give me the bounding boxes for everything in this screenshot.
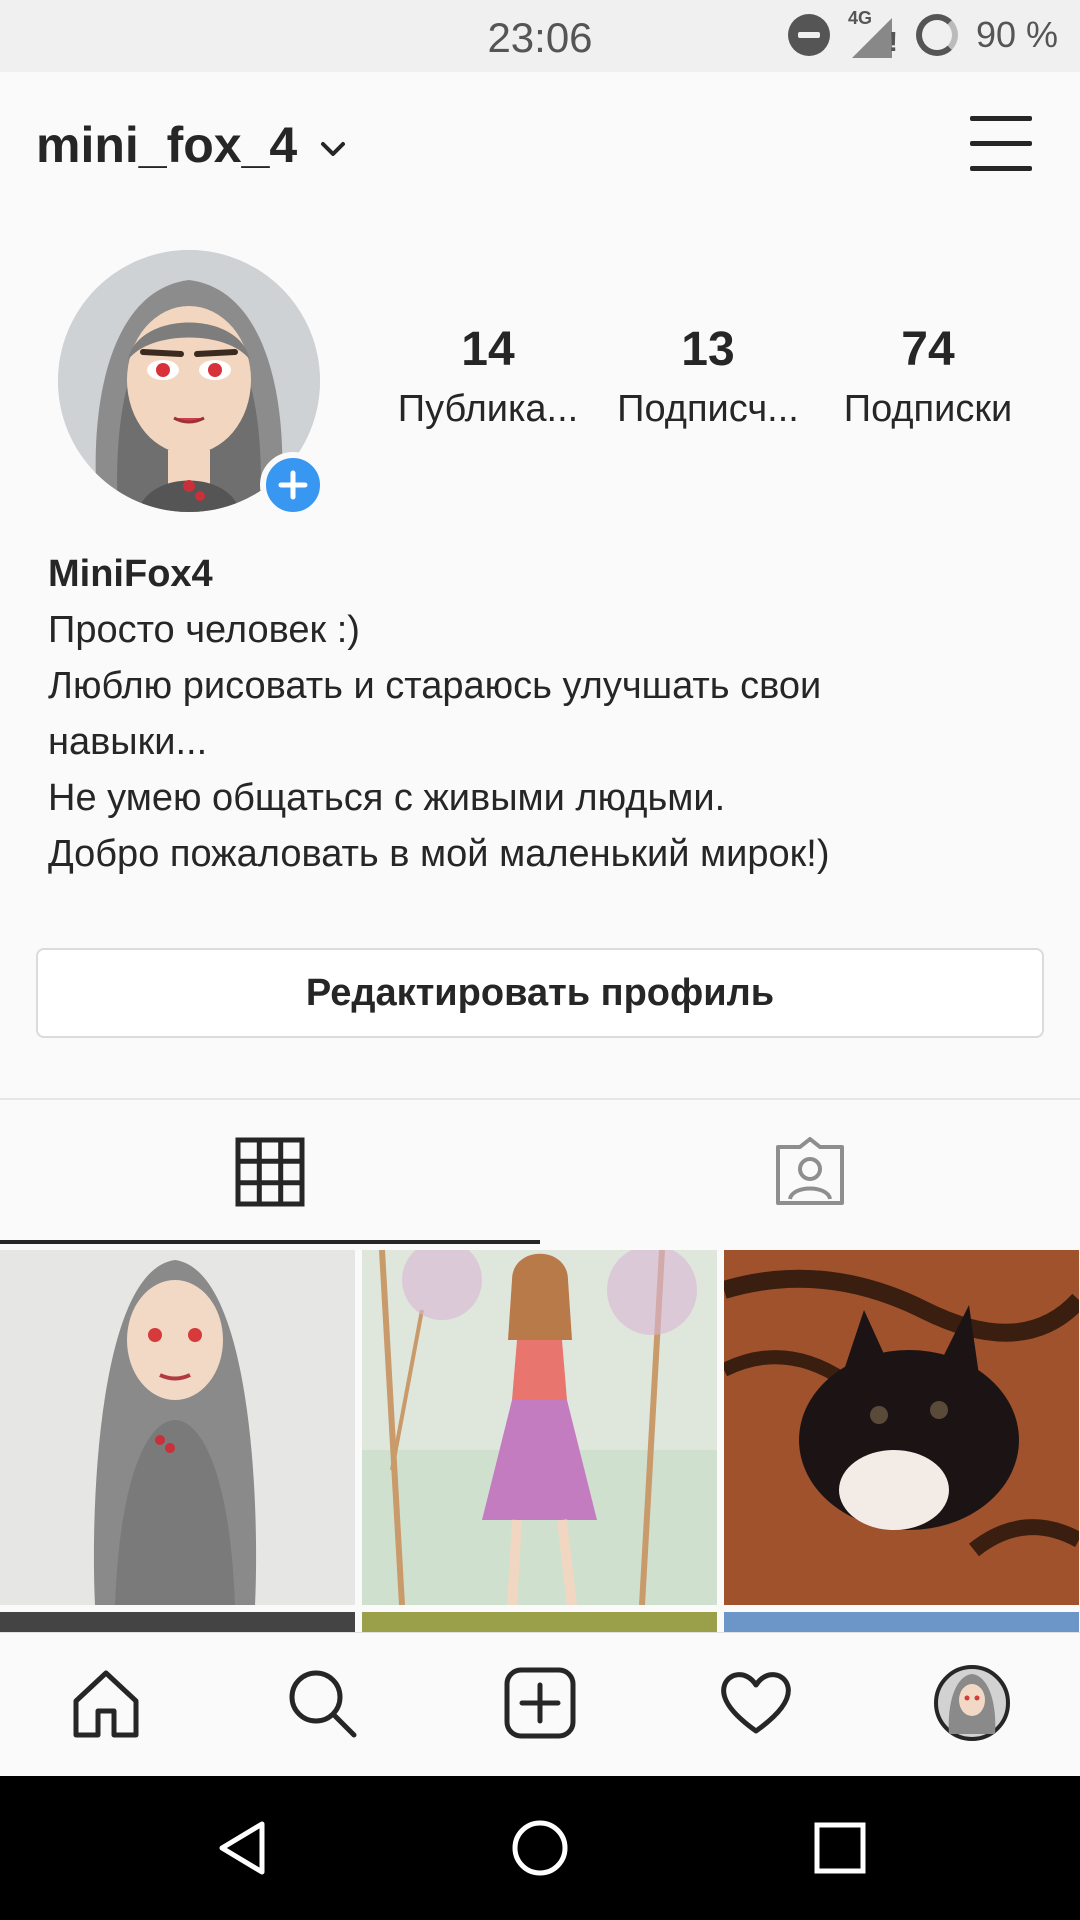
profile-avatar-icon[interactable]	[932, 1663, 1012, 1743]
add-post-icon[interactable]	[500, 1663, 580, 1743]
stat-posts[interactable]: 14 Публика...	[378, 322, 598, 431]
bio-line: навыки...	[48, 721, 208, 763]
add-story-button[interactable]	[260, 452, 326, 518]
battery-icon	[915, 14, 958, 56]
profile-tabs	[0, 1100, 1080, 1244]
stat-followers[interactable]: 13 Подписч...	[598, 322, 818, 431]
username-switcher[interactable]: mini_fox_4	[36, 116, 297, 174]
display-name: MiniFox4	[48, 553, 213, 595]
stat-following-count: 74	[901, 323, 955, 376]
stat-following-label: Подписки	[843, 388, 1013, 430]
system-navigation-bar	[0, 1776, 1080, 1920]
recents-icon[interactable]	[810, 1818, 870, 1878]
battery-percent: 90 %	[975, 14, 1058, 55]
stat-followers-count: 13	[681, 323, 735, 376]
stat-posts-label: Публика...	[397, 388, 579, 430]
tab-tagged[interactable]	[540, 1100, 1080, 1244]
activity-heart-icon[interactable]	[716, 1663, 796, 1743]
bottom-navigation	[0, 1632, 1080, 1776]
search-icon[interactable]	[282, 1663, 362, 1743]
grid-icon	[235, 1137, 305, 1207]
tagged-icon	[776, 1137, 844, 1205]
post-thumbnail[interactable]	[724, 1250, 1079, 1605]
profile-stats: 14 Публика... 13 Подписч... 74 Подписки	[378, 322, 1038, 431]
edit-profile-button[interactable]: Редактировать профиль	[36, 948, 1044, 1038]
bio-line: Люблю рисовать и стараюсь улучшать свои	[48, 665, 822, 707]
stat-followers-label: Подписч...	[617, 388, 799, 430]
profile-bio: MiniFox4 Просто человек :) Люблю рисоват…	[48, 546, 1048, 882]
home-circle-icon[interactable]	[510, 1818, 570, 1878]
network-type-label: 4G	[847, 8, 872, 28]
do-not-disturb-icon	[787, 14, 830, 56]
stat-posts-count: 14	[461, 323, 515, 376]
bio-line: Не умею общаться с живыми людьми.	[48, 777, 726, 819]
plus-icon	[278, 470, 308, 500]
bio-line: Просто человек :)	[48, 609, 360, 651]
home-icon[interactable]	[66, 1663, 146, 1743]
post-thumbnail[interactable]	[0, 1250, 355, 1605]
menu-icon[interactable]	[970, 116, 1032, 172]
profile-header: mini_fox_4	[0, 72, 1080, 217]
tab-grid[interactable]	[0, 1100, 540, 1244]
signal-icon: 4G !	[847, 8, 898, 58]
bio-line: Добро пожаловать в мой маленький мирок!)	[48, 833, 830, 875]
profile-avatar-container[interactable]	[58, 250, 326, 518]
chevron-down-icon[interactable]	[318, 134, 348, 164]
status-bar: 23:06 4G ! 90 %	[0, 0, 1080, 72]
posts-grid	[0, 1250, 1080, 1660]
post-thumbnail[interactable]	[362, 1250, 717, 1605]
stat-following[interactable]: 74 Подписки	[818, 322, 1038, 431]
back-icon[interactable]	[212, 1818, 272, 1878]
status-icons: 4G ! 90 %	[787, 8, 1058, 58]
